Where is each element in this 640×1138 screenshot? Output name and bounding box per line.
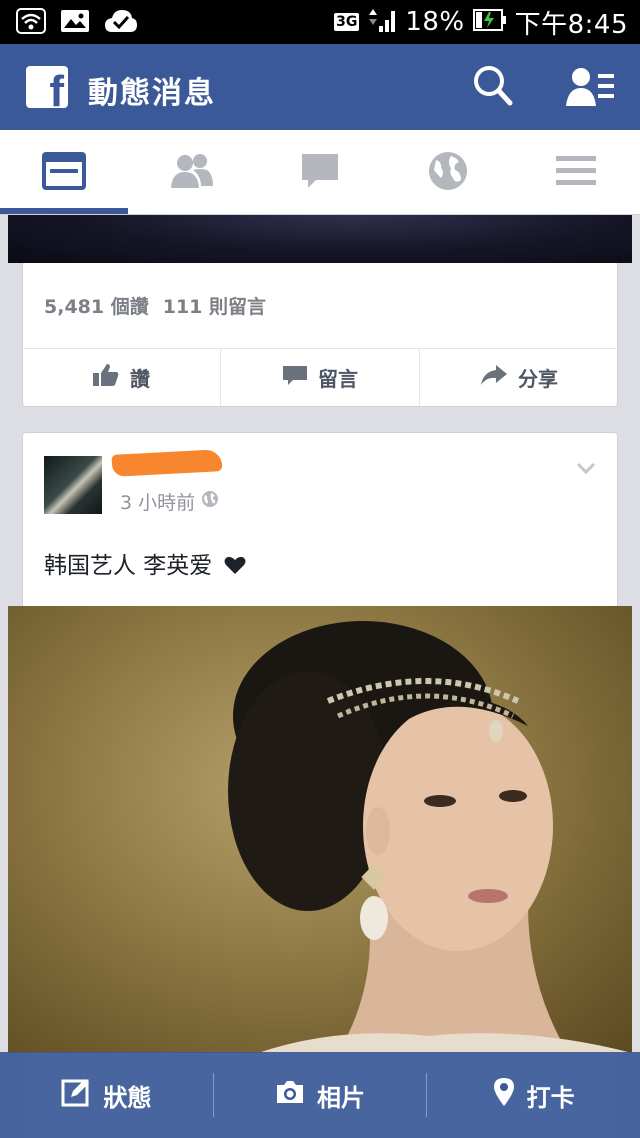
- cloud-check-icon: [104, 8, 138, 38]
- heart-icon: [220, 553, 246, 579]
- friends-icon: [169, 152, 215, 194]
- share-button[interactable]: 分享: [420, 349, 618, 406]
- battery-percent: 18%: [405, 7, 465, 37]
- photo-label: 相片: [317, 1083, 365, 1112]
- tab-more[interactable]: [512, 130, 640, 215]
- tab-bar: [0, 130, 640, 215]
- wifi-icon: [16, 8, 46, 38]
- network-type-badge: 3G: [334, 13, 360, 31]
- composer-bar: 狀態 相片 打卡: [0, 1052, 640, 1138]
- facebook-logo: f: [26, 66, 68, 114]
- photo-button[interactable]: 相片: [212, 1073, 427, 1117]
- camera-icon: [275, 1079, 305, 1111]
- share-label: 分享: [518, 367, 558, 391]
- status-button[interactable]: 狀態: [0, 1073, 213, 1117]
- signal-icon: [367, 7, 397, 37]
- checkin-label: 打卡: [526, 1083, 575, 1112]
- messages-icon: [300, 152, 340, 194]
- active-tab-indicator: [0, 208, 128, 214]
- like-button[interactable]: 讚: [22, 349, 221, 406]
- page-title: 動態消息: [88, 76, 216, 111]
- app-header: f 動態消息: [0, 44, 640, 130]
- status-label: 狀態: [103, 1083, 152, 1112]
- engagement-counts[interactable]: 5,481 個讚 111 則留言: [44, 292, 266, 319]
- tab-messages[interactable]: [256, 130, 384, 215]
- comment-label: 留言: [318, 367, 358, 391]
- checkin-button[interactable]: 打卡: [426, 1073, 640, 1117]
- friend-requests-icon[interactable]: [566, 66, 616, 112]
- search-icon[interactable]: [472, 64, 514, 112]
- image-notification-icon: [60, 8, 90, 38]
- like-count: 5,481 個讚: [44, 296, 149, 318]
- battery-charging-icon: [472, 8, 507, 36]
- post-timestamp[interactable]: 3 小時前: [120, 488, 219, 515]
- previous-post-photo[interactable]: [8, 215, 632, 263]
- edit-icon: [61, 1077, 91, 1113]
- like-label: 讚: [130, 367, 150, 391]
- post-action-bar: 讚 留言 分享: [22, 348, 618, 406]
- location-pin-icon: [493, 1077, 515, 1113]
- globe-icon: [427, 150, 469, 196]
- tab-news-feed[interactable]: [0, 130, 128, 215]
- clock: 下午8:45: [514, 9, 628, 40]
- comment-icon: [282, 363, 308, 392]
- chevron-down-icon[interactable]: [576, 460, 596, 479]
- post-photo[interactable]: [8, 606, 632, 1053]
- tab-notifications[interactable]: [384, 130, 512, 215]
- news-feed-icon: [42, 151, 86, 194]
- public-globe-icon: [201, 490, 219, 513]
- avatar[interactable]: [44, 456, 102, 514]
- share-arrow-icon: [480, 364, 508, 391]
- status-bar: 3G 18% 下午8:45: [0, 0, 640, 44]
- tab-friends[interactable]: [128, 130, 256, 215]
- post-text: 韩国艺人 李英爱: [44, 546, 246, 580]
- comment-button[interactable]: 留言: [221, 349, 420, 406]
- comment-count: 111 則留言: [162, 296, 266, 318]
- thumbs-up-icon: [92, 363, 120, 392]
- menu-icon: [555, 154, 597, 192]
